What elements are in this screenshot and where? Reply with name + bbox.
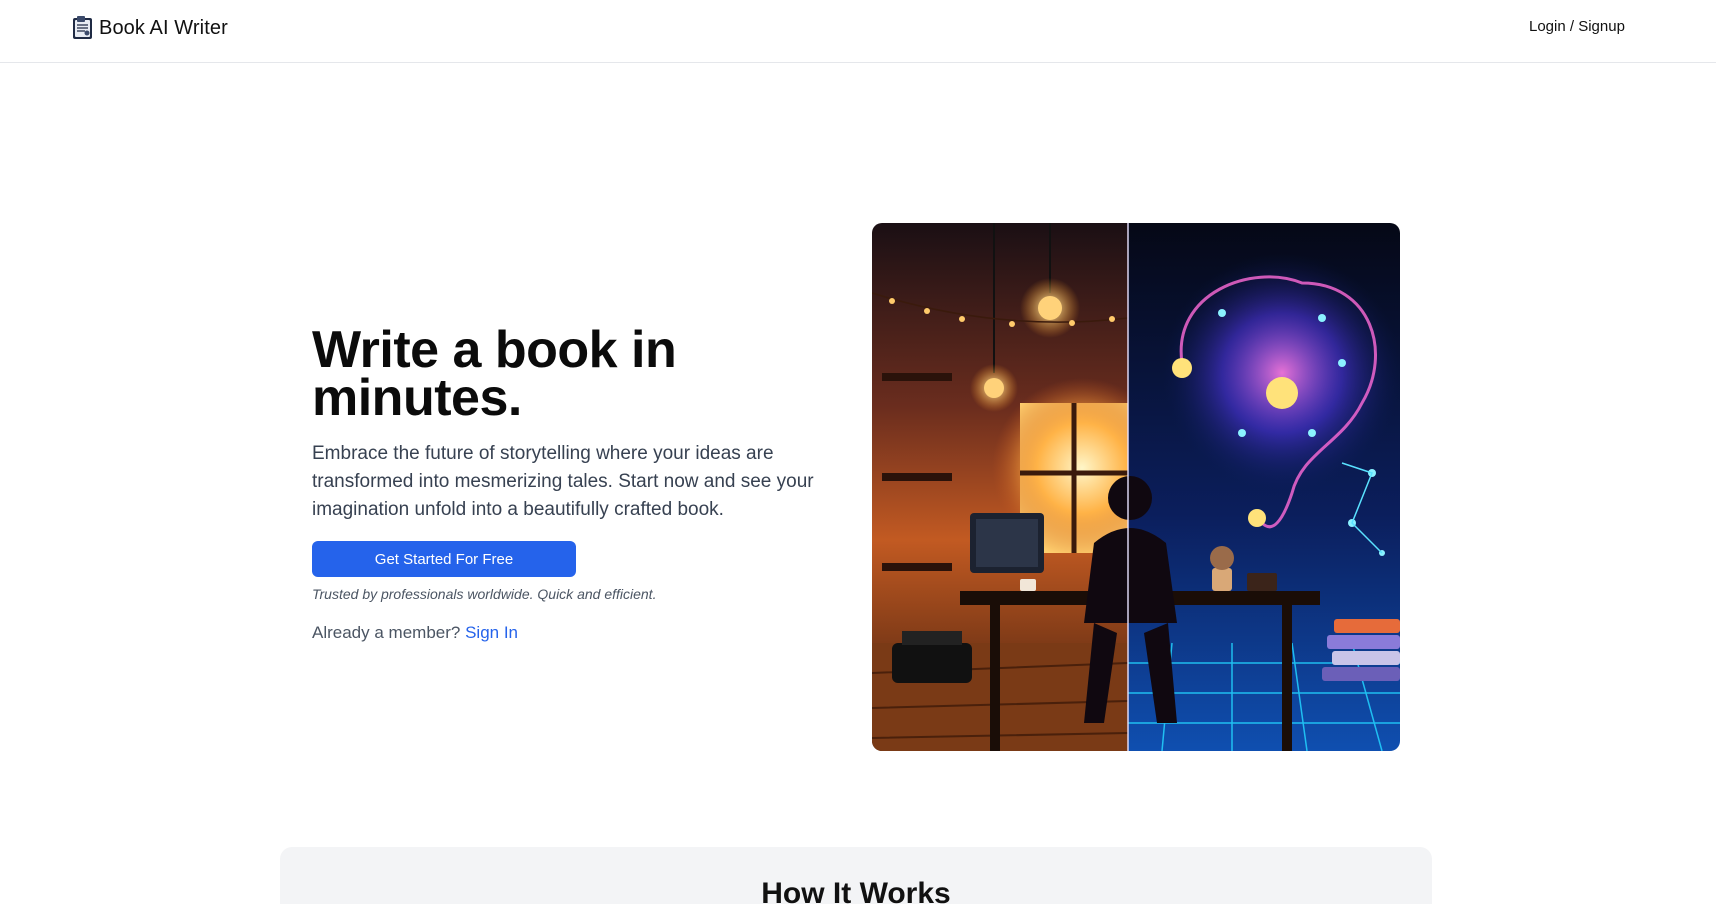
hero-illustration bbox=[872, 223, 1400, 751]
sign-in-link[interactable]: Sign In bbox=[465, 623, 518, 642]
brand-logo-link[interactable]: Book AI Writer bbox=[71, 14, 228, 42]
hero-title: Write a book in minutes. bbox=[312, 324, 832, 424]
top-nav: Book AI Writer Login / Signup bbox=[0, 0, 1716, 63]
writer-ai-split-illustration bbox=[872, 223, 1400, 751]
hero-title-line-2: minutes. bbox=[312, 369, 522, 427]
login-signup-link[interactable]: Login / Signup bbox=[1529, 18, 1625, 35]
book-logo-icon bbox=[73, 16, 92, 39]
landing-page: Book AI Writer Login / Signup Write a bo… bbox=[0, 0, 1716, 904]
member-prompt-text: Already a member? bbox=[312, 623, 461, 642]
hero-description: Embrace the future of storytelling where… bbox=[312, 443, 814, 520]
brand-name: Book AI Writer bbox=[99, 16, 228, 39]
how-it-works-title: How It Works bbox=[761, 877, 951, 904]
get-started-button[interactable]: Get Started For Free bbox=[312, 541, 576, 577]
trust-note: Trusted by professionals worldwide. Quic… bbox=[312, 586, 657, 602]
member-prompt-line: Already a member? Sign In bbox=[312, 623, 518, 643]
how-it-works-section: How It Works bbox=[280, 847, 1432, 904]
